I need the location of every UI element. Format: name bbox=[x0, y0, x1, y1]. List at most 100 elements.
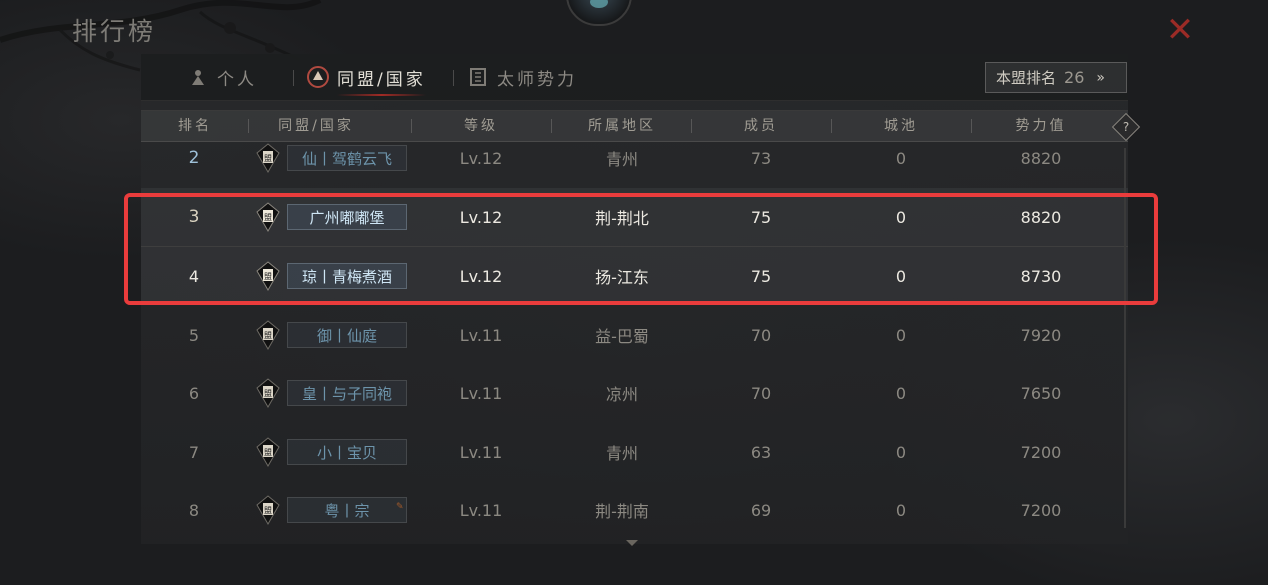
alliance-name-link[interactable]: 小丨宝贝 bbox=[287, 439, 407, 465]
column-divider bbox=[411, 119, 412, 133]
power-cell: 8820 bbox=[1020, 148, 1062, 168]
banner-icon bbox=[467, 66, 489, 88]
rank-cell: 6 bbox=[188, 383, 200, 403]
column-header-alliance: 同盟/国家 bbox=[278, 118, 354, 134]
alliance-rank-button[interactable]: 本盟排名 26 » bbox=[985, 62, 1127, 93]
table-header: 排名 同盟/国家 等级 所属地区 成员 城池 势力值 bbox=[141, 110, 1128, 142]
scrollbar[interactable] bbox=[1124, 148, 1126, 528]
power-cell: 7200 bbox=[1020, 442, 1062, 462]
rank-cell: 5 bbox=[188, 325, 200, 345]
level-cell: Lv.12 bbox=[459, 266, 503, 286]
alliance-name-text: 粤丨宗 bbox=[324, 501, 370, 520]
column-divider bbox=[248, 119, 249, 133]
members-cell: 75 bbox=[750, 207, 772, 227]
table-row[interactable]: 2 盟 仙丨驾鹤云飞 Lv.12 青州 73 0 8820 bbox=[141, 141, 1128, 187]
svg-text:盟: 盟 bbox=[264, 506, 272, 515]
alliance-name-link[interactable]: 皇丨与子同袍 bbox=[287, 380, 407, 406]
level-cell: Lv.12 bbox=[459, 148, 503, 168]
table-row[interactable]: 3 盟 广州嘟嘟堡 Lv.12 荆-荆北 75 0 8820 bbox=[141, 188, 1128, 247]
double-chevron-right-icon: » bbox=[1096, 69, 1105, 86]
table-row[interactable]: 7 盟 小丨宝贝 Lv.11 青州 63 0 7200 bbox=[141, 423, 1128, 481]
power-cell: 7920 bbox=[1020, 325, 1062, 345]
region-cell: 凉州 bbox=[605, 385, 639, 404]
power-cell: 8730 bbox=[1020, 266, 1062, 286]
region-cell: 扬-江东 bbox=[595, 268, 649, 287]
column-header-level: 等级 bbox=[464, 118, 498, 134]
alliance-name-link[interactable]: 广州嘟嘟堡 bbox=[287, 204, 407, 230]
svg-text:盟: 盟 bbox=[264, 448, 272, 457]
tab-alliance[interactable]: 同盟/国家 bbox=[307, 54, 426, 100]
alliance-name-link[interactable]: 仙丨驾鹤云飞 bbox=[287, 145, 407, 171]
close-button[interactable]: ✕ bbox=[1160, 12, 1200, 48]
column-header-cities: 城池 bbox=[884, 118, 918, 134]
cities-cell: 0 bbox=[895, 207, 907, 227]
cities-cell: 0 bbox=[895, 500, 907, 520]
column-header-members: 成员 bbox=[744, 118, 778, 134]
pencil-icon: ✎ bbox=[396, 502, 404, 512]
region-cell: 青州 bbox=[605, 150, 639, 169]
members-cell: 70 bbox=[750, 383, 772, 403]
alliance-name-link[interactable]: 粤丨宗 ✎ bbox=[287, 497, 407, 523]
members-cell: 70 bbox=[750, 325, 772, 345]
region-cell: 荆-荆北 bbox=[595, 209, 649, 228]
alliance-rank-label: 本盟排名 bbox=[996, 69, 1057, 87]
page-title: 排行榜 bbox=[72, 17, 157, 46]
cities-cell: 0 bbox=[895, 442, 907, 462]
level-cell: Lv.11 bbox=[459, 500, 503, 520]
active-tab-indicator bbox=[337, 94, 426, 96]
cities-cell: 0 bbox=[895, 148, 907, 168]
column-header-power: 势力值 bbox=[1015, 118, 1067, 134]
tab-personal[interactable]: 个人 bbox=[187, 54, 257, 100]
tab-divider bbox=[453, 70, 454, 86]
alliance-flag-icon: 盟 bbox=[256, 143, 280, 173]
column-divider bbox=[831, 119, 832, 133]
table-row[interactable]: 4 盟 琼丨青梅煮酒 Lv.12 扬-江东 75 0 8730 bbox=[141, 247, 1128, 305]
svg-text:盟: 盟 bbox=[264, 272, 272, 281]
table-row[interactable]: 6 盟 皇丨与子同袍 Lv.11 凉州 70 0 7650 bbox=[141, 364, 1128, 422]
cities-cell: 0 bbox=[895, 383, 907, 403]
svg-text:盟: 盟 bbox=[264, 389, 272, 398]
close-icon: ✕ bbox=[1165, 10, 1195, 50]
level-cell: Lv.11 bbox=[459, 383, 503, 403]
column-divider bbox=[551, 119, 552, 133]
region-cell: 益-巴蜀 bbox=[595, 327, 649, 346]
members-cell: 73 bbox=[750, 148, 772, 168]
alliance-name-link[interactable]: 御丨仙庭 bbox=[287, 322, 407, 348]
table-row[interactable]: 8 盟 粤丨宗 ✎ Lv.11 荆-荆南 69 0 7200 bbox=[141, 481, 1128, 539]
tab-divider bbox=[293, 70, 294, 86]
tab-label: 太师势力 bbox=[497, 69, 577, 90]
alliance-flag-icon: 盟 bbox=[256, 437, 280, 467]
rank-badge-icon: 2 bbox=[188, 148, 200, 168]
alliance-flag-icon: 盟 bbox=[256, 202, 280, 232]
alliance-icon bbox=[307, 66, 329, 88]
alliance-name-link[interactable]: 琼丨青梅煮酒 bbox=[287, 263, 407, 289]
members-cell: 63 bbox=[750, 442, 772, 462]
table-row[interactable]: 5 盟 御丨仙庭 Lv.11 益-巴蜀 70 0 7920 bbox=[141, 306, 1128, 364]
rank-cell: 4 bbox=[188, 266, 200, 286]
alliance-rank-value: 26 bbox=[1064, 68, 1085, 87]
cities-cell: 0 bbox=[895, 325, 907, 345]
tab-label: 个人 bbox=[217, 69, 257, 90]
rank-badge-icon: 3 bbox=[188, 207, 200, 227]
scroll-down-icon[interactable] bbox=[626, 540, 638, 546]
power-cell: 7200 bbox=[1020, 500, 1062, 520]
column-header-region: 所属地区 bbox=[588, 118, 656, 134]
alliance-flag-icon: 盟 bbox=[256, 378, 280, 408]
region-cell: 青州 bbox=[605, 444, 639, 463]
rank-cell: 8 bbox=[188, 500, 200, 520]
power-cell: 7650 bbox=[1020, 383, 1062, 403]
alliance-flag-icon: 盟 bbox=[256, 320, 280, 350]
tab-bar: 个人 同盟/国家 太师势力 bbox=[141, 54, 1128, 101]
svg-text:盟: 盟 bbox=[264, 213, 272, 222]
region-cell: 荆-荆南 bbox=[595, 502, 649, 521]
level-cell: Lv.11 bbox=[459, 442, 503, 462]
power-cell: 8820 bbox=[1020, 207, 1062, 227]
level-cell: Lv.12 bbox=[459, 207, 503, 227]
svg-text:盟: 盟 bbox=[264, 154, 272, 163]
level-cell: Lv.11 bbox=[459, 325, 503, 345]
members-cell: 69 bbox=[750, 500, 772, 520]
tab-label: 同盟/国家 bbox=[337, 69, 426, 90]
rank-cell: 7 bbox=[188, 442, 200, 462]
svg-text:盟: 盟 bbox=[264, 331, 272, 340]
tab-grand-tutor[interactable]: 太师势力 bbox=[467, 54, 577, 100]
